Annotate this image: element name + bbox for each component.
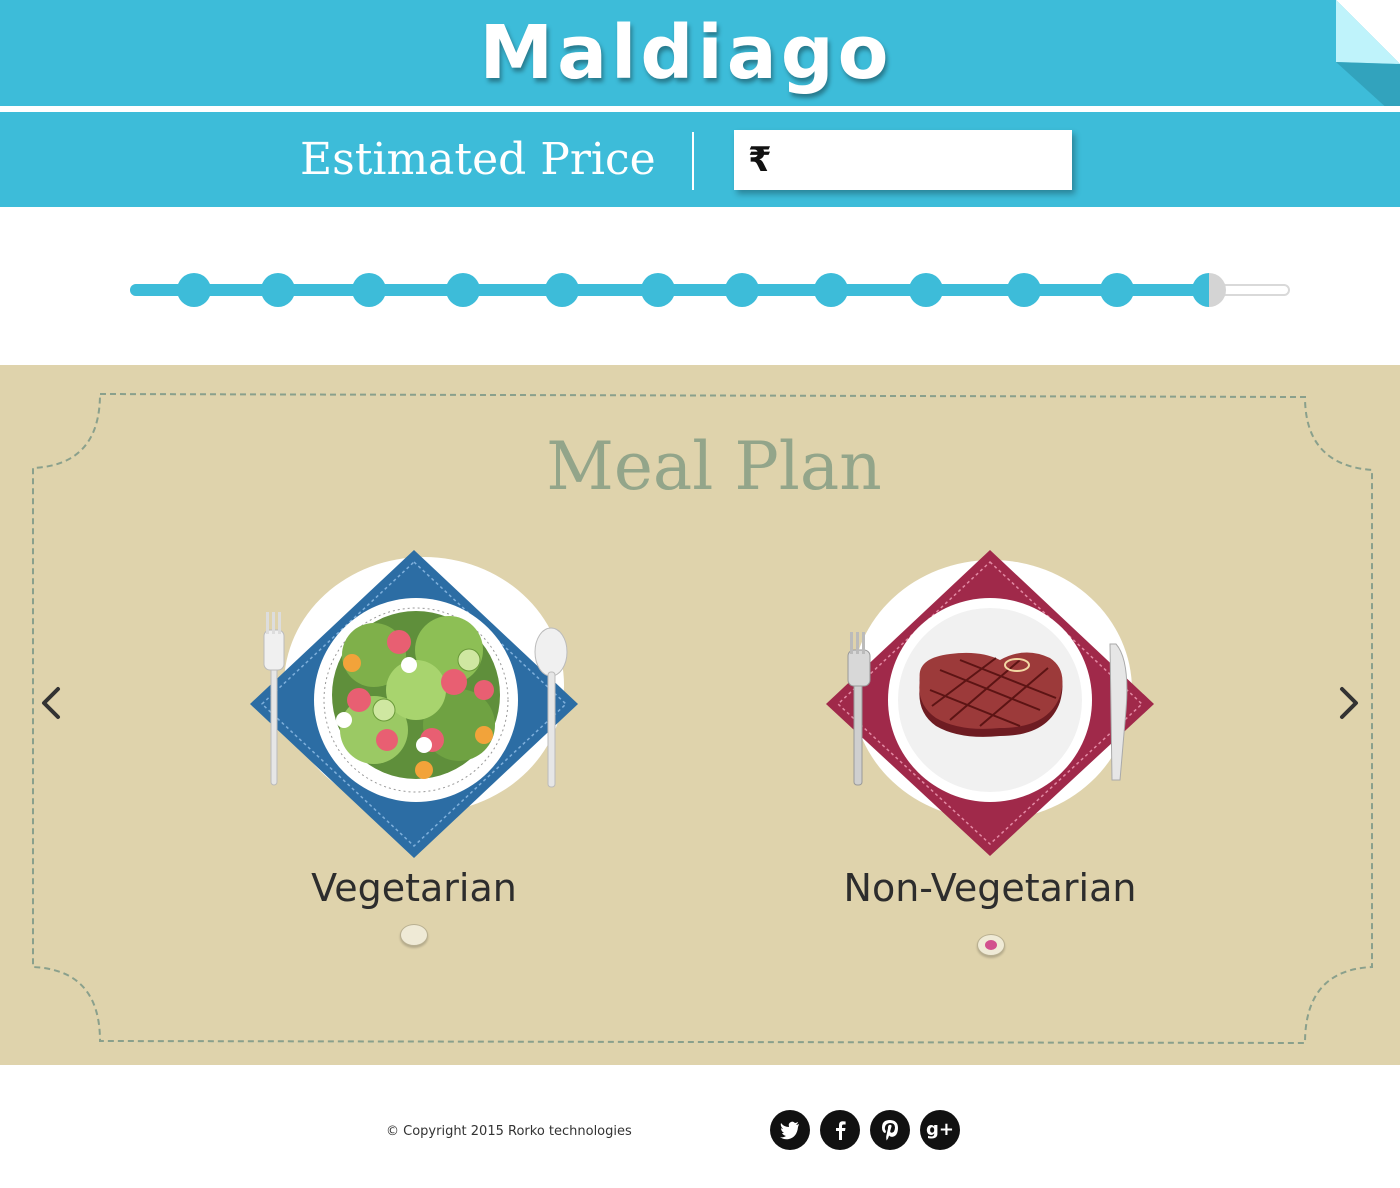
meal-plan-title: Meal Plan bbox=[546, 428, 882, 505]
steak-plate-icon bbox=[826, 550, 1154, 856]
chevron-right-icon[interactable] bbox=[1334, 683, 1364, 723]
slider-step-dot[interactable] bbox=[725, 273, 759, 307]
radio-non-vegetarian[interactable] bbox=[977, 934, 1005, 956]
rupee-icon: ₹ bbox=[748, 140, 772, 180]
twitter-button[interactable] bbox=[770, 1110, 810, 1150]
radio-vegetarian[interactable] bbox=[400, 924, 428, 946]
copyright-text: © Copyright 2015 Rorko technologies bbox=[386, 1124, 632, 1139]
step-slider[interactable] bbox=[130, 266, 1290, 316]
slider-step-dot[interactable] bbox=[641, 273, 675, 307]
meal-option-non-vegetarian[interactable]: Non-Vegetarian bbox=[820, 550, 1160, 970]
slider-step-dot[interactable] bbox=[1007, 273, 1041, 307]
meal-option-vegetarian[interactable]: Vegetarian bbox=[244, 550, 584, 970]
facebook-icon bbox=[836, 1121, 846, 1140]
slider-step-dot[interactable] bbox=[177, 273, 211, 307]
meal-label-vegetarian: Vegetarian bbox=[311, 866, 517, 910]
salad-plate-icon bbox=[250, 550, 578, 858]
twitter-icon bbox=[780, 1121, 799, 1140]
price-field[interactable]: ₹ bbox=[734, 130, 1072, 190]
slider-handle[interactable] bbox=[1191, 273, 1226, 307]
chevron-left-icon[interactable] bbox=[36, 683, 66, 723]
slider-step-dot[interactable] bbox=[446, 273, 480, 307]
meal-label-non-vegetarian: Non-Vegetarian bbox=[843, 866, 1137, 910]
price-input[interactable] bbox=[790, 138, 1060, 182]
google-plus-icon: g+ bbox=[926, 1119, 954, 1140]
slider-step-dot[interactable] bbox=[909, 273, 943, 307]
slider-step-dot[interactable] bbox=[814, 273, 848, 307]
header-bar: Maldiago bbox=[0, 0, 1400, 106]
pinterest-icon bbox=[882, 1120, 898, 1141]
slider-step-dot[interactable] bbox=[261, 273, 295, 307]
facebook-button[interactable] bbox=[820, 1110, 860, 1150]
estimated-price-label: Estimated Price bbox=[300, 134, 656, 185]
slider-step-dot[interactable] bbox=[545, 273, 579, 307]
meal-plan-section: Meal Plan Vegetarian Non-Vegetarian bbox=[0, 365, 1400, 1065]
logo[interactable]: Maldiago bbox=[0, 8, 1372, 98]
slider-step-dot[interactable] bbox=[1100, 273, 1134, 307]
price-divider bbox=[692, 132, 694, 190]
slider-step-dot[interactable] bbox=[352, 273, 386, 307]
price-bar: Estimated Price ₹ bbox=[0, 112, 1400, 207]
pinterest-button[interactable] bbox=[870, 1110, 910, 1150]
page-corner-fold bbox=[1336, 0, 1400, 120]
google-plus-button[interactable]: g+ bbox=[920, 1110, 960, 1150]
